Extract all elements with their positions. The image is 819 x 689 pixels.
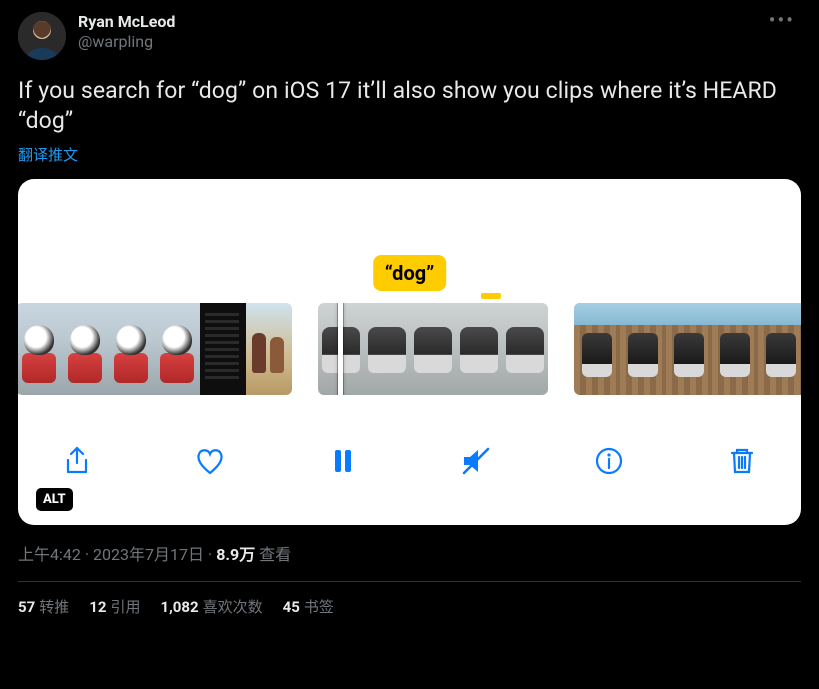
media-card[interactable]: “dog” [18, 179, 801, 525]
pause-icon[interactable] [326, 444, 360, 478]
video-frame [456, 303, 502, 395]
bookmarks-count: 45 [283, 598, 300, 616]
caption-pill: “dog” [373, 255, 447, 291]
tweet-container: Ryan McLeod @warpling ••• If you search … [0, 0, 819, 629]
video-frame [18, 303, 62, 395]
playhead[interactable] [338, 303, 343, 395]
video-frame [574, 303, 620, 395]
views-label: 查看 [259, 545, 291, 564]
retweets-stat[interactable]: 57转推 [18, 596, 69, 617]
caption-tick [481, 293, 501, 299]
display-name[interactable]: Ryan McLeod [78, 12, 763, 32]
translate-link[interactable]: 翻译推文 [18, 144, 801, 165]
clip-group[interactable] [318, 303, 548, 395]
media-toolbar [18, 435, 801, 487]
retweets-label: 转推 [39, 598, 69, 616]
video-frame [758, 303, 801, 395]
views-count[interactable]: 8.9万 [216, 545, 255, 564]
likes-stat[interactable]: 1,082 喜欢次数 [160, 596, 262, 617]
divider [18, 581, 801, 582]
video-frame [712, 303, 758, 395]
video-frame [364, 303, 410, 395]
clip-group[interactable] [574, 303, 801, 395]
retweets-count: 57 [18, 598, 35, 616]
likes-label: 喜欢次数 [203, 598, 263, 616]
quotes-count: 12 [89, 598, 106, 616]
video-frame [666, 303, 712, 395]
stats-row: 57转推 12引用 1,082 喜欢次数 45书签 [18, 596, 801, 617]
tweet-time[interactable]: 上午4:42 [18, 545, 81, 564]
video-frame [246, 303, 292, 395]
avatar[interactable] [18, 12, 66, 60]
quotes-stat[interactable]: 12引用 [89, 596, 140, 617]
bookmarks-label: 书签 [304, 598, 334, 616]
video-timeline[interactable] [18, 303, 801, 395]
video-frame [200, 303, 246, 395]
bookmarks-stat[interactable]: 45书签 [283, 596, 334, 617]
likes-count: 1,082 [160, 598, 198, 616]
info-icon[interactable] [592, 444, 626, 478]
video-frame [154, 303, 200, 395]
tweet-header: Ryan McLeod @warpling ••• [18, 12, 801, 60]
video-frame [410, 303, 456, 395]
tweet-meta: 上午4:42·2023年7月17日·8.9万 查看 [18, 541, 801, 565]
more-icon[interactable]: ••• [763, 12, 801, 28]
user-block: Ryan McLeod @warpling [78, 12, 763, 52]
trash-icon[interactable] [725, 444, 759, 478]
tweet-date[interactable]: 2023年7月17日 [93, 545, 204, 564]
clip-group[interactable] [18, 303, 292, 395]
share-icon[interactable] [60, 444, 94, 478]
mute-icon[interactable] [459, 444, 493, 478]
video-frame [62, 303, 108, 395]
user-handle[interactable]: @warpling [78, 32, 763, 52]
quotes-label: 引用 [110, 598, 140, 616]
heart-icon[interactable] [193, 444, 227, 478]
video-frame [620, 303, 666, 395]
video-frame [502, 303, 548, 395]
alt-badge[interactable]: ALT [36, 488, 73, 511]
video-frame [108, 303, 154, 395]
tweet-text: If you search for “dog” on iOS 17 it’ll … [18, 76, 801, 136]
